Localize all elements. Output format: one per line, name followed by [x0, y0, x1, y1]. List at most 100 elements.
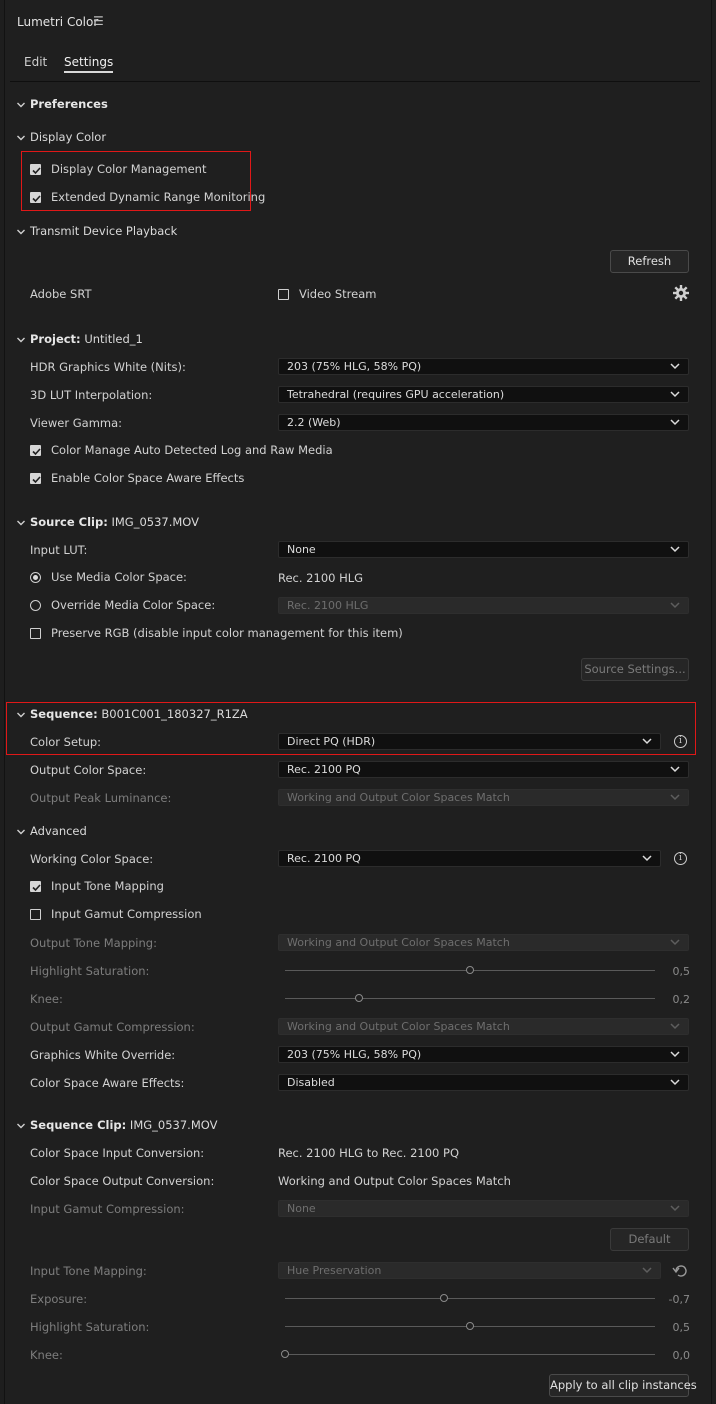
adobe-srt-label: Adobe SRT: [30, 287, 92, 301]
viewer-gamma-dropdown[interactable]: 2.2 (Web): [278, 414, 689, 431]
panel-menu-icon[interactable]: ☰: [93, 14, 104, 28]
auto-log-checkbox[interactable]: [30, 445, 41, 456]
knee-value: 0,2: [672, 993, 691, 1006]
input-tone-mapping-checkbox[interactable]: [30, 881, 41, 892]
slider-thumb[interactable]: [466, 1322, 474, 1330]
seqclip-gamut-dropdown[interactable]: None: [278, 1200, 689, 1217]
exposure-slider[interactable]: [285, 1298, 655, 1299]
chevron-down-icon: [670, 419, 680, 426]
section-project[interactable]: Project: Untitled_1: [30, 332, 143, 346]
out-tone-dropdown[interactable]: Working and Output Color Spaces Match: [278, 934, 689, 951]
chevron-down-icon: [642, 738, 652, 745]
header-divider: [10, 81, 700, 82]
seqclip-hsat-value: 0,5: [672, 1321, 691, 1334]
lut-interp-label: 3D LUT Interpolation:: [30, 388, 153, 402]
chevron-down-icon: [642, 855, 652, 862]
use-media-value: Rec. 2100 HLG: [278, 571, 364, 585]
aware-effects-checkbox[interactable]: [30, 473, 41, 484]
seqclip-tone-dropdown[interactable]: Hue Preservation: [278, 1262, 661, 1279]
chevron-down-icon: [670, 766, 680, 773]
tab-edit[interactable]: Edit: [24, 55, 47, 69]
seqclip-knee-slider[interactable]: [285, 1354, 655, 1355]
aware-effects-mode-dropdown[interactable]: Disabled: [278, 1074, 689, 1091]
chevron-down-icon: [670, 1205, 680, 1212]
info-icon[interactable]: i: [674, 735, 687, 748]
section-advanced[interactable]: Advanced: [30, 824, 87, 838]
lut-interp-dropdown[interactable]: Tetrahedral (requires GPU acceleration): [278, 386, 689, 403]
override-media-radio[interactable]: [30, 600, 41, 611]
preserve-rgb-checkbox[interactable]: [30, 628, 41, 639]
color-setup-dropdown[interactable]: Direct PQ (HDR): [278, 733, 661, 750]
chevron-down-icon: [670, 391, 680, 398]
section-source-clip[interactable]: Source Clip: IMG_0537.MOV: [30, 515, 199, 529]
chevron-down-icon[interactable]: [17, 134, 25, 142]
chevron-down-icon[interactable]: [17, 1122, 25, 1130]
use-media-label: Use Media Color Space:: [51, 570, 187, 584]
override-media-dropdown[interactable]: Rec. 2100 HLG: [278, 597, 689, 614]
output-space-label: Output Color Space:: [30, 763, 147, 777]
section-sequence-clip[interactable]: Sequence Clip: IMG_0537.MOV: [30, 1118, 217, 1132]
out-gamut-dropdown[interactable]: Working and Output Color Spaces Match: [278, 1018, 689, 1035]
apply-all-button[interactable]: Apply to all clip instances: [549, 1374, 697, 1397]
viewer-gamma-label: Viewer Gamma:: [30, 416, 123, 430]
section-sequence[interactable]: Sequence: B001C001_180327_R1ZA: [30, 707, 248, 721]
input-gamut-label: Input Gamut Compression: [51, 907, 202, 921]
refresh-button[interactable]: Refresh: [610, 250, 689, 273]
section-preferences[interactable]: Preferences: [30, 97, 108, 111]
aware-effects-mode-label: Color Space Aware Effects:: [30, 1076, 185, 1090]
output-space-dropdown[interactable]: Rec. 2100 PQ: [278, 761, 689, 778]
hdr-white-label: HDR Graphics White (Nits):: [30, 360, 186, 374]
seqclip-knee-value: 0,0: [672, 1349, 691, 1362]
panel-title: Lumetri Color: [17, 15, 99, 29]
chevron-down-icon[interactable]: [17, 519, 25, 527]
chevron-down-icon: [670, 546, 680, 553]
working-space-dropdown[interactable]: Rec. 2100 PQ: [278, 850, 661, 867]
peak-lum-dropdown[interactable]: Working and Output Color Spaces Match: [278, 789, 689, 806]
chevron-down-icon: [670, 939, 680, 946]
slider-thumb[interactable]: [355, 994, 363, 1002]
tab-settings[interactable]: Settings: [64, 55, 114, 73]
chevron-down-icon: [670, 1051, 680, 1058]
video-stream-checkbox[interactable]: [278, 289, 289, 300]
input-gamut-checkbox[interactable]: [30, 909, 41, 920]
default-button[interactable]: Default: [610, 1228, 689, 1251]
seqclip-knee-label: Knee:: [30, 1348, 63, 1362]
video-stream-label: Video Stream: [299, 287, 377, 301]
section-display-color[interactable]: Display Color: [30, 130, 106, 144]
edr-monitoring-checkbox[interactable]: [30, 192, 41, 203]
gfx-override-dropdown[interactable]: 203 (75% HLG, 58% PQ): [278, 1046, 689, 1063]
knee-label: Knee:: [30, 992, 63, 1006]
display-color-management-checkbox[interactable]: [30, 164, 41, 175]
chevron-down-icon[interactable]: [17, 101, 25, 109]
input-lut-dropdown[interactable]: None: [278, 541, 689, 558]
highlight-sat-value: 0,5: [672, 965, 691, 978]
out-conv-value: Working and Output Color Spaces Match: [278, 1174, 511, 1188]
in-conv-label: Color Space Input Conversion:: [30, 1146, 205, 1160]
slider-thumb[interactable]: [281, 1350, 289, 1358]
chevron-down-icon: [670, 602, 680, 609]
exposure-value: -0,7: [668, 1293, 690, 1306]
working-space-label: Working Color Space:: [30, 852, 154, 866]
chevron-down-icon: [670, 1079, 680, 1086]
chevron-down-icon[interactable]: [17, 828, 25, 836]
chevron-down-icon[interactable]: [17, 336, 25, 344]
reset-icon[interactable]: [672, 1264, 690, 1278]
out-gamut-label: Output Gamut Compression:: [30, 1020, 195, 1034]
gear-icon[interactable]: [672, 284, 690, 302]
slider-thumb[interactable]: [466, 966, 474, 974]
chevron-down-icon[interactable]: [17, 711, 25, 719]
chevron-down-icon[interactable]: [17, 228, 25, 236]
chevron-down-icon: [642, 1267, 652, 1274]
info-icon[interactable]: i: [674, 852, 687, 865]
section-transmit[interactable]: Transmit Device Playback: [30, 224, 177, 238]
color-setup-label: Color Setup:: [30, 735, 102, 749]
hdr-white-dropdown[interactable]: 203 (75% HLG, 58% PQ): [278, 358, 689, 375]
input-lut-label: Input LUT:: [30, 543, 88, 557]
peak-lum-label: Output Peak Luminance:: [30, 791, 172, 805]
exposure-label: Exposure:: [30, 1292, 88, 1306]
auto-log-label: Color Manage Auto Detected Log and Raw M…: [51, 443, 333, 457]
knee-slider[interactable]: [285, 998, 655, 999]
use-media-radio[interactable]: [30, 572, 41, 583]
seqclip-tone-label: Input Tone Mapping:: [30, 1264, 147, 1278]
source-settings-button[interactable]: Source Settings...: [581, 658, 689, 681]
